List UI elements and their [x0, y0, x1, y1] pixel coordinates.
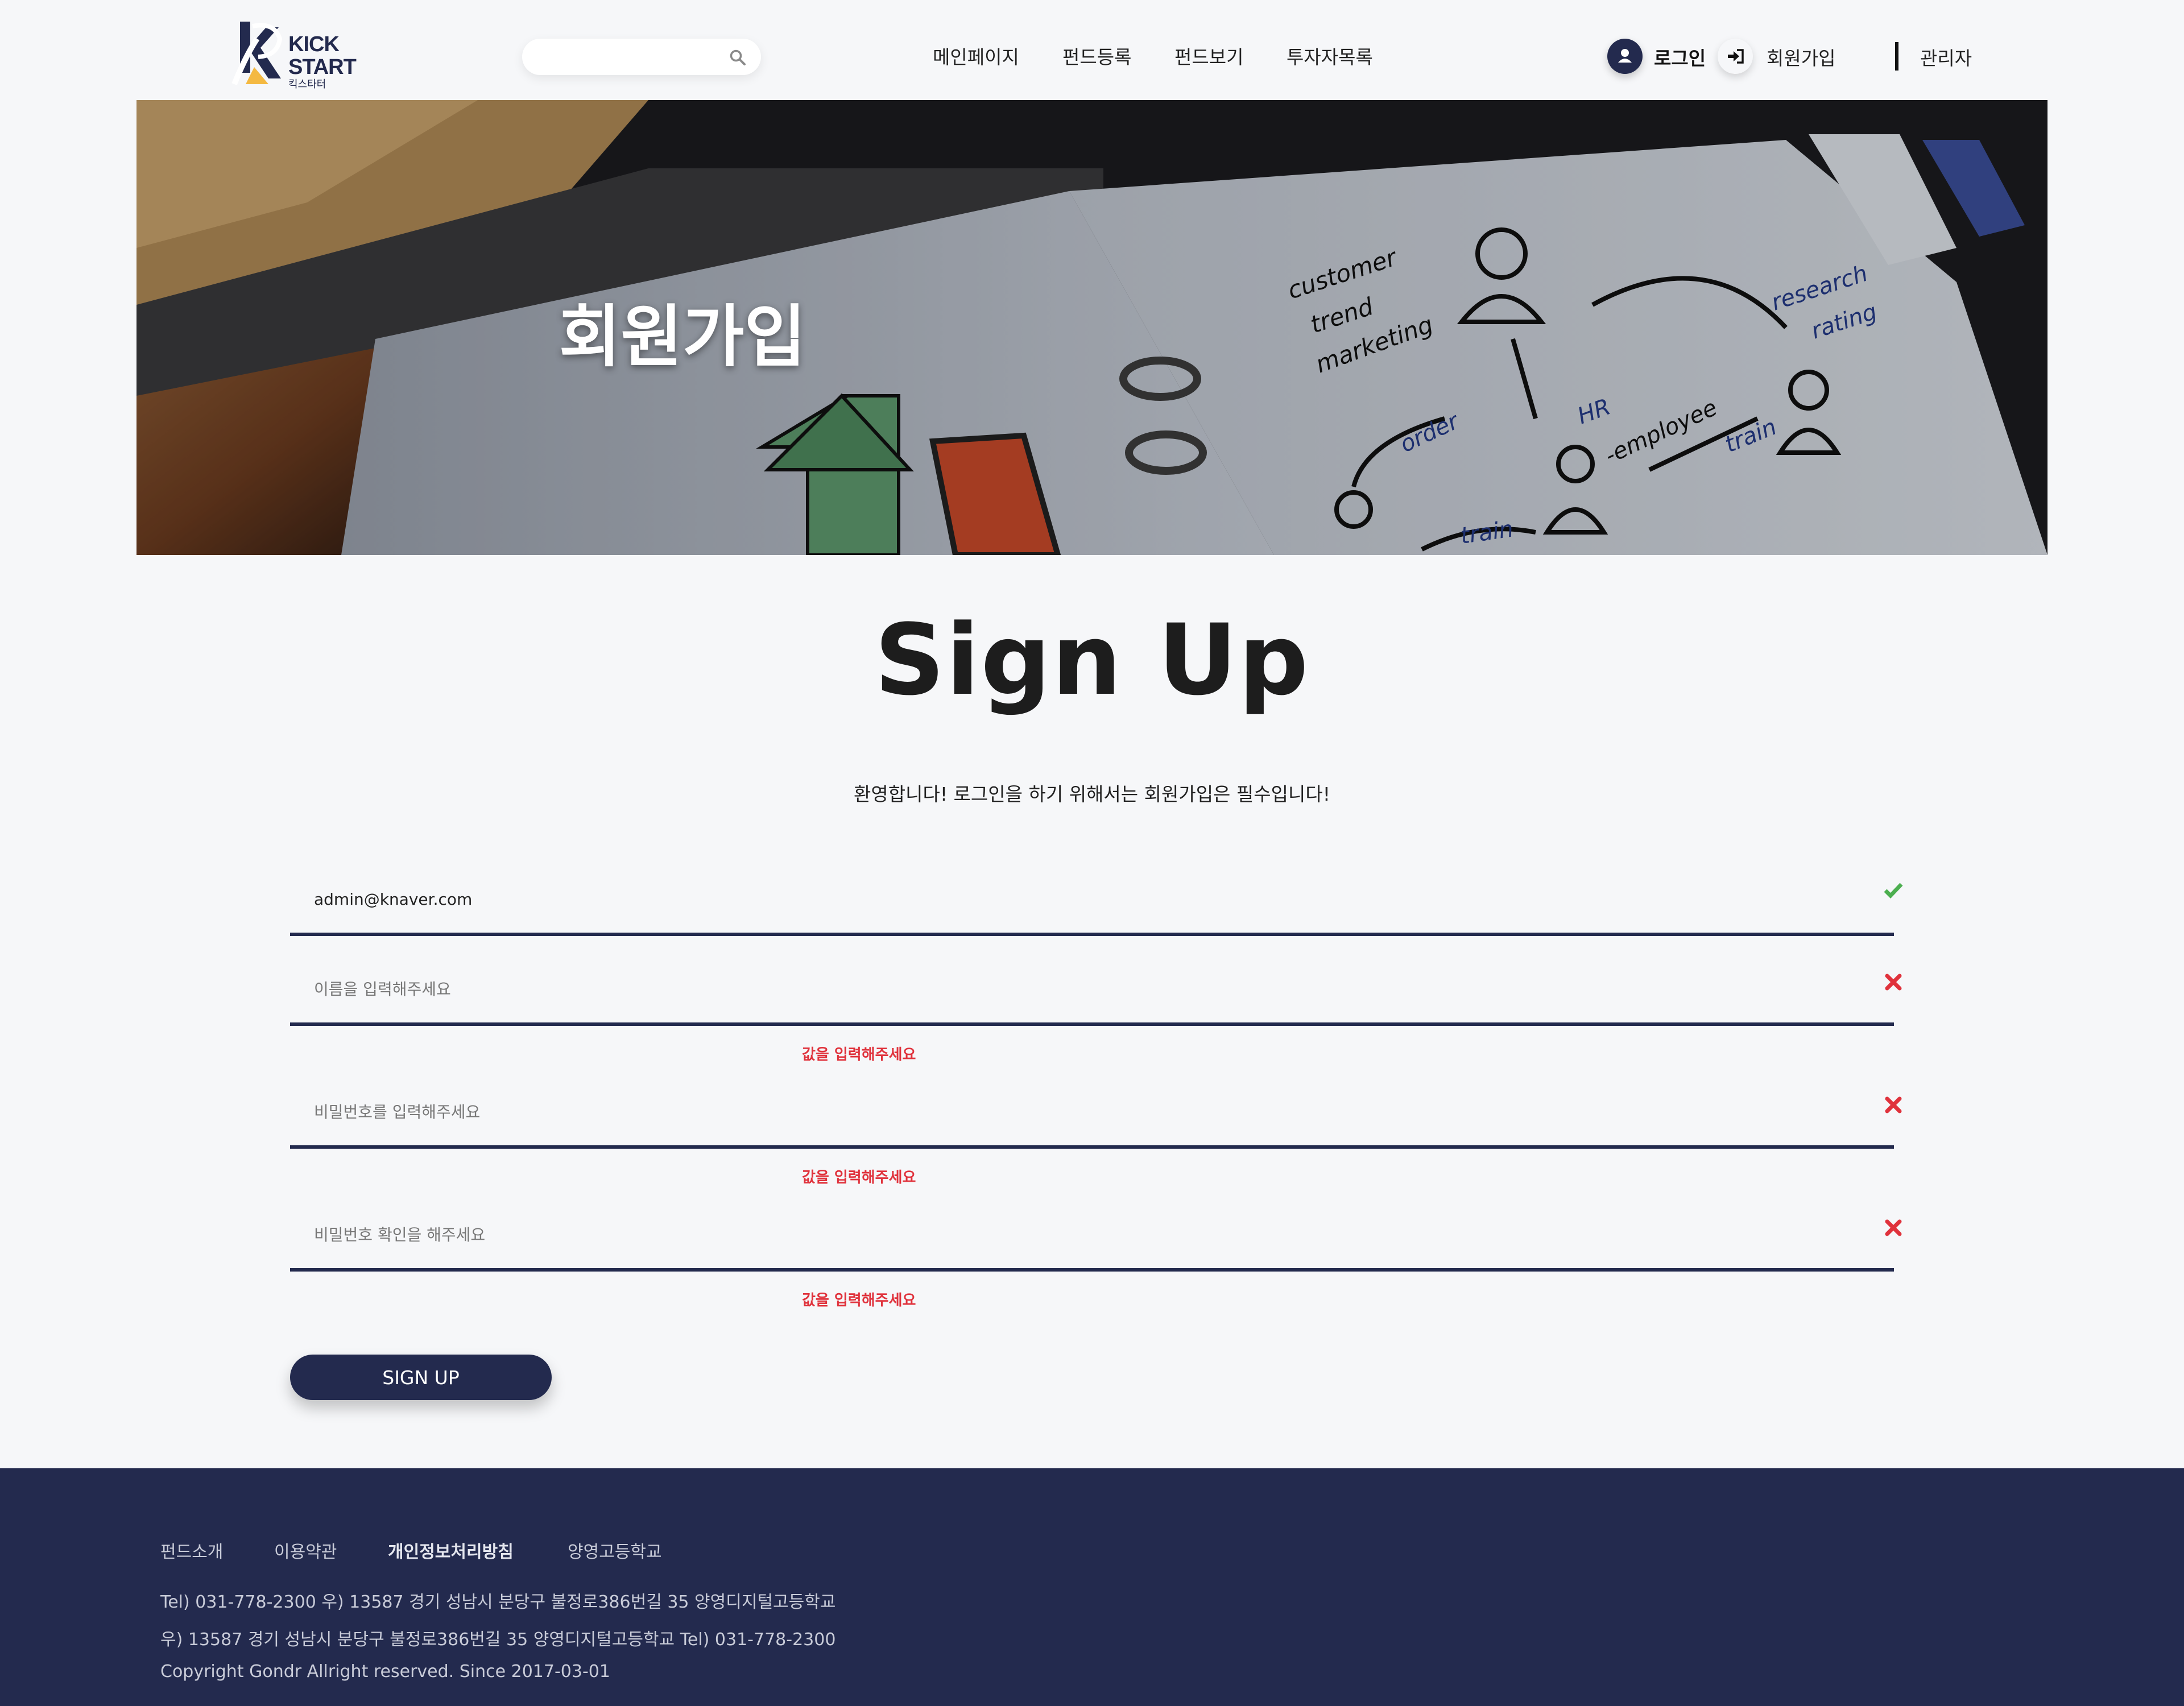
nav-item-fund-register[interactable]: 펀드등록 — [1062, 42, 1131, 69]
error-x-icon — [1885, 1219, 1902, 1236]
signup-button-icon[interactable] — [1718, 39, 1753, 74]
error-x-icon — [1885, 974, 1902, 991]
hero-title: 회원가입 — [559, 297, 806, 376]
footer-link-school[interactable]: 양영고등학교 — [568, 1538, 662, 1563]
email-input[interactable] — [313, 881, 1794, 917]
header-divider — [1895, 42, 1898, 71]
signup-submit-button[interactable]: SIGN UP — [290, 1355, 552, 1400]
sign-in-icon — [1728, 49, 1744, 64]
name-input[interactable] — [313, 971, 1794, 1007]
footer-copyright: Copyright Gondr Allright reserved. Since… — [160, 1662, 610, 1682]
search-input[interactable] — [539, 39, 723, 76]
signup-link[interactable]: 회원가입 — [1767, 43, 1835, 71]
footer-link-fund-intro[interactable]: 펀드소개 — [160, 1538, 223, 1563]
footer-contact-2: 우) 13587 경기 성남시 분당구 불정로386번길 35 양영디지털고등학… — [160, 1630, 836, 1650]
password-confirm-field — [290, 1194, 1902, 1272]
footer-link-terms[interactable]: 이용약관 — [274, 1538, 337, 1563]
password-confirm-input[interactable] — [313, 1217, 1794, 1252]
logo-line-2: START — [288, 55, 357, 79]
name-error-message: 값을 입력해주세요 — [802, 1046, 916, 1063]
admin-link[interactable]: 관리자 — [1920, 43, 1972, 71]
login-link[interactable]: 로그인 — [1654, 43, 1706, 71]
page-title: Sign Up — [874, 603, 1310, 717]
error-x-icon — [1885, 1096, 1902, 1113]
nav-item-investors[interactable]: 투자자목록 — [1287, 42, 1373, 69]
site-footer: 펀드소개 이용약관 개인정보처리방침 양영고등학교 Tel) 031-778-2… — [0, 1468, 2184, 1706]
password-input[interactable] — [313, 1094, 1794, 1129]
password-error-message: 값을 입력해주세요 — [802, 1169, 916, 1186]
nav-item-fund-view[interactable]: 펀드보기 — [1174, 42, 1243, 69]
site-header: KICK START 킥스타터 메인페이지 펀드등록 펀드보기 투자자목록 로그… — [0, 0, 2184, 100]
logo-wordmark: KICK START 킥스타터 — [288, 32, 357, 90]
search-icon[interactable] — [729, 49, 746, 66]
footer-link-privacy[interactable]: 개인정보처리방침 — [388, 1538, 514, 1563]
welcome-text: 환영합니다! 로그인을 하기 위해서는 회원가입은 필수입니다! — [854, 783, 1330, 805]
footer-contact-1: Tel) 031-778-2300 우) 13587 경기 성남시 분당구 불정… — [160, 1592, 836, 1612]
email-field — [290, 859, 1903, 936]
nav-item-main[interactable]: 메인페이지 — [933, 42, 1019, 69]
password-confirm-error-message: 값을 입력해주세요 — [802, 1292, 916, 1309]
logo-subtitle: 킥스타터 — [288, 78, 326, 90]
hero-banner: customer trend marketing order HR train … — [136, 100, 2048, 555]
search-box — [522, 39, 761, 76]
password-field — [290, 1071, 1902, 1149]
kickstart-logo-icon — [231, 22, 283, 85]
login-button-icon[interactable] — [1607, 39, 1643, 74]
logo-line-1: KICK — [288, 32, 340, 56]
check-icon — [1884, 883, 1903, 899]
name-field — [290, 949, 1902, 1026]
user-icon — [1618, 49, 1632, 63]
site-logo[interactable]: KICK START 킥스타터 — [223, 16, 359, 90]
